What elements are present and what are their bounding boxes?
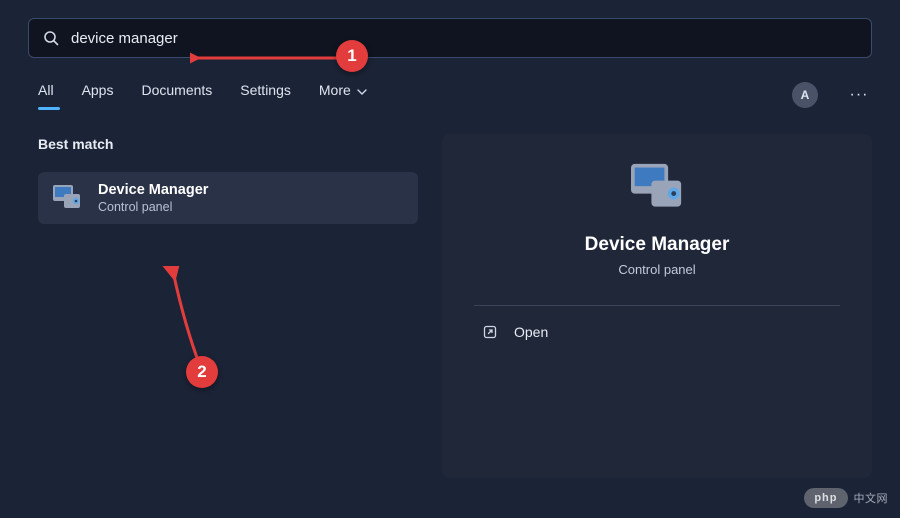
tab-label: All [38,82,54,98]
preview-panel: Device Manager Control panel Open [442,134,872,478]
open-label: Open [514,324,548,340]
watermark-text: 中文网 [854,490,889,506]
tab-settings[interactable]: Settings [240,82,291,108]
preview-title: Device Manager [442,234,872,256]
content-area: Best match Device Manager Control panel [0,108,900,478]
tab-documents[interactable]: Documents [141,82,212,108]
result-text: Device Manager Control panel [98,182,208,214]
watermark-logo: php [804,488,847,508]
device-manager-icon [52,183,82,213]
tab-label: Documents [141,82,212,98]
device-manager-icon [629,162,685,214]
preview-subtitle: Control panel [442,262,872,277]
result-device-manager[interactable]: Device Manager Control panel [38,172,418,224]
result-subtitle: Control panel [98,200,208,214]
open-action[interactable]: Open [442,306,872,358]
overflow-menu-button[interactable]: ··· [846,82,872,108]
results-column: Best match Device Manager Control panel [38,136,418,478]
tab-label: Apps [82,82,114,98]
more-icon: ··· [850,86,869,104]
search-icon [43,30,59,46]
search-bar[interactable] [28,18,872,58]
open-icon [482,324,498,340]
tab-all[interactable]: All [38,82,54,108]
tab-apps[interactable]: Apps [82,82,114,108]
avatar-letter: A [801,88,810,102]
result-title: Device Manager [98,182,208,198]
watermark: php 中文网 [804,488,888,508]
avatar[interactable]: A [792,82,818,108]
search-input[interactable] [71,30,857,47]
filter-tabs: All Apps Documents Settings More A ··· [0,58,900,108]
preview-icon-wrap [442,162,872,214]
chevron-down-icon [357,82,367,98]
tab-more[interactable]: More [319,82,367,108]
section-label: Best match [38,136,418,152]
tab-label: Settings [240,82,291,98]
tab-label: More [319,82,351,98]
